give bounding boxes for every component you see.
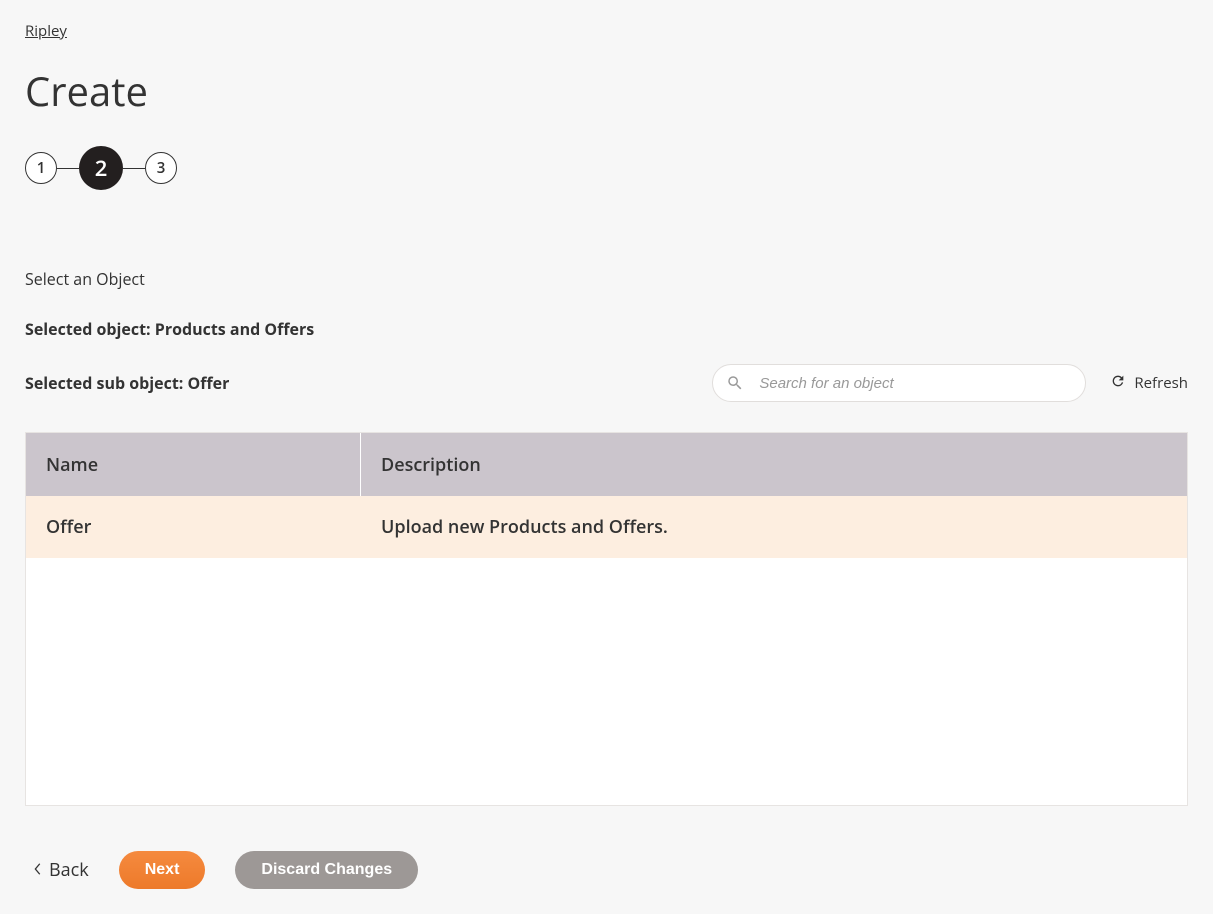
step-2[interactable]: 2 <box>79 146 123 190</box>
search-input[interactable] <box>712 364 1086 402</box>
object-table: Name Description Offer Upload new Produc… <box>25 432 1188 806</box>
back-button[interactable]: Back <box>25 858 89 882</box>
section-label: Select an Object <box>25 268 1188 290</box>
next-button[interactable]: Next <box>119 851 206 889</box>
refresh-label: Refresh <box>1134 373 1188 393</box>
breadcrumb-link-ripley[interactable]: Ripley <box>25 21 67 41</box>
chevron-left-icon <box>33 858 43 882</box>
breadcrumb: Ripley <box>25 0 1188 41</box>
table-row[interactable]: Offer Upload new Products and Offers. <box>26 496 1187 558</box>
footer-actions: Back Next Discard Changes <box>25 851 1188 914</box>
discard-button[interactable]: Discard Changes <box>235 851 418 889</box>
page-title: Create <box>25 63 1188 118</box>
refresh-button[interactable]: Refresh <box>1110 373 1188 394</box>
table-header: Name Description <box>26 433 1187 496</box>
step-1[interactable]: 1 <box>25 152 57 184</box>
step-connector <box>123 168 145 169</box>
step-3[interactable]: 3 <box>145 152 177 184</box>
stepper: 1 2 3 <box>25 146 1188 190</box>
cell-name: Offer <box>26 515 361 539</box>
back-label: Back <box>49 858 89 882</box>
search-icon <box>726 374 744 392</box>
column-header-description: Description <box>361 453 1187 477</box>
selected-object: Selected object: Products and Offers <box>25 318 1188 340</box>
selected-sub-object: Selected sub object: Offer <box>25 372 229 394</box>
search-box <box>712 364 1086 402</box>
step-connector <box>57 168 79 169</box>
column-header-name: Name <box>26 433 361 496</box>
refresh-icon <box>1110 373 1126 394</box>
cell-description: Upload new Products and Offers. <box>361 515 1187 539</box>
